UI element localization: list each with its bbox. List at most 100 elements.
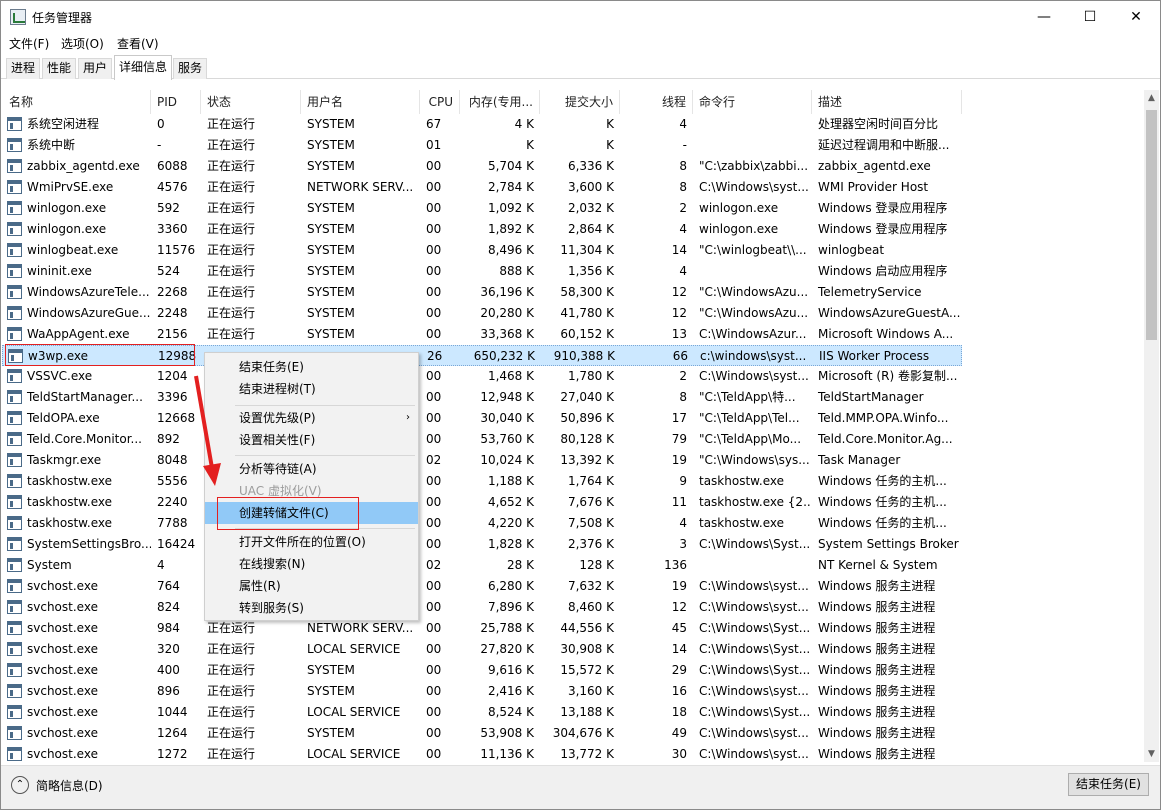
table-row[interactable]: svchost.exe 984 正在运行 NETWORK SERV... 00 25,78… (2, 618, 962, 639)
cell-name: svchost.exe (27, 705, 98, 719)
cell-pid: 824 (157, 600, 180, 614)
header-col-pid[interactable]: PID (151, 90, 201, 114)
table-row[interactable]: svchost.exe 1272 正在运行 LOCAL SERVICE 00 11,136… (2, 744, 962, 762)
cell-cmdline: "C:\TeldApp\Mo... (699, 432, 802, 446)
table-row[interactable]: WindowsAzureTele... 2268 正在运行 SYSTEM 00 36,19… (2, 282, 962, 303)
table-row[interactable]: svchost.exe 824 00 7,896 K 8,460 K 12 C:\Windo… (2, 597, 962, 618)
table-row[interactable]: System 4 02 28 K 128 K 136 NT Kernel & System (2, 555, 962, 576)
cell-username: NETWORK SERV... (307, 180, 414, 194)
tab-users[interactable]: 用户 (78, 58, 113, 79)
header-col-name[interactable]: 名称 (3, 90, 151, 114)
table-row[interactable]: svchost.exe 1044 正在运行 LOCAL SERVICE 00 8,524 … (2, 702, 962, 723)
context-menu-item[interactable]: 结束任务(E) (205, 356, 418, 378)
menu-file[interactable]: 文件(F) (9, 35, 49, 52)
context-menu-item[interactable]: 在线搜索(N) (205, 553, 418, 575)
header-col-memory[interactable]: 内存(专用... (460, 90, 540, 114)
context-menu-item[interactable]: 转到服务(S) (205, 597, 418, 619)
cell-description: Teld.MMP.OPA.Winfo... (818, 411, 949, 425)
table-row[interactable]: taskhostw.exe 5556 00 1,188 K 1,764 K 9 taskho… (2, 471, 962, 492)
cell-threads: 19 (671, 579, 687, 593)
context-menu-item[interactable]: 打开文件所在的位置(O) (205, 531, 418, 553)
cell-memory: 2,416 K (487, 684, 534, 698)
table-row[interactable]: SystemSettingsBro... 16424 00 1,828 K 2,376 … (2, 534, 962, 555)
tab-performance[interactable]: 性能 (42, 58, 77, 79)
context-menu-item[interactable]: 属性(R) (205, 575, 418, 597)
context-menu-item[interactable]: 设置相关性(F) (205, 429, 418, 451)
table-row[interactable]: svchost.exe 320 正在运行 LOCAL SERVICE 00 27,820 … (2, 639, 962, 660)
process-icon (7, 663, 22, 677)
cell-pid: 896 (157, 684, 180, 698)
cell-cmdline: "C:\WindowsAzu... (699, 285, 809, 299)
cell-threads: 14 (671, 243, 687, 257)
table-row[interactable]: svchost.exe 764 00 6,280 K 7,632 K 19 C:\Windo… (2, 576, 962, 597)
table-row[interactable]: svchost.exe 400 正在运行 SYSTEM 00 9,616 K 15,572 … (2, 660, 962, 681)
maximize-button[interactable]: ☐ (1067, 1, 1113, 33)
collapse-up-icon[interactable]: ⌃ (11, 776, 29, 794)
table-row[interactable]: zabbix_agentd.exe 6088 正在运行 SYSTEM 00 5,704 K… (2, 156, 962, 177)
cell-cpu: 67 (426, 117, 442, 131)
tab-processes[interactable]: 进程 (6, 58, 41, 79)
minimize-button[interactable]: — (1021, 1, 1067, 33)
table-row[interactable]: WindowsAzureGue... 2248 正在运行 SYSTEM 00 20,280… (2, 303, 962, 324)
cell-memory: 8,524 K (487, 705, 534, 719)
header-col-status[interactable]: 状态 (201, 90, 301, 114)
cell-pid: 2268 (157, 285, 188, 299)
context-menu-item[interactable]: 结束进程树(T) (205, 378, 418, 400)
cell-status: 正在运行 (207, 684, 256, 698)
close-button[interactable]: ✕ (1113, 1, 1159, 33)
end-task-button[interactable]: 结束任务(E) (1068, 773, 1149, 796)
table-row[interactable]: winlogon.exe 592 正在运行 SYSTEM 00 1,092 K 2,032 … (2, 198, 962, 219)
context-menu-item[interactable]: 分析等待链(A) (205, 458, 418, 480)
cell-name: svchost.exe (27, 621, 98, 635)
scroll-up-icon[interactable]: ▲ (1144, 90, 1159, 106)
vertical-scrollbar[interactable]: ▲ ▼ (1144, 90, 1159, 762)
cell-threads: 4 (679, 516, 687, 530)
cell-cpu: 00 (426, 264, 442, 278)
process-icon (7, 264, 22, 278)
table-row[interactable]: wininit.exe 524 正在运行 SYSTEM 00 888 K 1,356 K 4 W… (2, 261, 962, 282)
table-row[interactable]: VSSVC.exe 1204 00 1,468 K 1,780 K 2 C:\Windows… (2, 366, 962, 387)
table-row[interactable]: Teld.Core.Monitor... 892 00 53,760 K 80,128 … (2, 429, 962, 450)
cell-threads: 3 (679, 537, 687, 551)
cell-cpu: 00 (426, 327, 442, 341)
table-row[interactable]: WmiPrvSE.exe 4576 正在运行 NETWORK SERV... 00 2,7… (2, 177, 962, 198)
table-row[interactable]: 系统中断 - 正在运行 SYSTEM 01 K K - 延迟过程调用和中断服... (2, 135, 962, 156)
header-col-threads[interactable]: 线程 (620, 90, 693, 114)
tab-services[interactable]: 服务 (173, 58, 208, 79)
header-col-cpu[interactable]: CPU (420, 90, 460, 114)
cell-threads: 16 (671, 684, 687, 698)
menu-view[interactable]: 查看(V) (117, 35, 159, 52)
header-col-cmdline[interactable]: 命令行 (693, 90, 812, 114)
header-col-description[interactable]: 描述 (812, 90, 962, 114)
scroll-down-icon[interactable]: ▼ (1144, 746, 1159, 762)
menu-options[interactable]: 选项(O) (61, 35, 104, 52)
table-row[interactable]: winlogbeat.exe 11576 正在运行 SYSTEM 00 8,496 K 11… (2, 240, 962, 261)
brief-info-link[interactable]: 简略信息(D) (36, 777, 103, 794)
table-row[interactable]: TeldStartManager... 3396 00 12,948 K 27,040 … (2, 387, 962, 408)
context-menu-item[interactable]: 设置优先级(P) › (205, 407, 418, 429)
cell-description: Windows 启动应用程序 (818, 264, 948, 278)
cell-name: winlogbeat.exe (27, 243, 119, 257)
table-row[interactable]: taskhostw.exe 2240 00 4,652 K 7,676 K 11 taskh… (2, 492, 962, 513)
header-col-commit[interactable]: 提交大小 (540, 90, 620, 114)
cell-threads: 4 (679, 117, 687, 131)
scroll-thumb[interactable] (1146, 110, 1157, 340)
cell-cpu: 00 (426, 621, 442, 635)
table-row[interactable]: TeldOPA.exe 12668 00 30,040 K 50,896 K 17 "C:\… (2, 408, 962, 429)
header-col-username[interactable]: 用户名 (301, 90, 420, 114)
tab-details[interactable]: 详细信息 (114, 55, 173, 80)
table-row[interactable]: svchost.exe 896 正在运行 SYSTEM 00 2,416 K 3,160 K… (2, 681, 962, 702)
cell-memory: 1,828 K (487, 537, 534, 551)
table-row[interactable]: WaAppAgent.exe 2156 正在运行 SYSTEM 00 33,368 K 60… (2, 324, 962, 345)
table-row[interactable]: taskhostw.exe 7788 00 4,220 K 7,508 K 4 taskho… (2, 513, 962, 534)
cell-threads: 30 (671, 747, 687, 761)
cell-commit: 58,300 K (560, 285, 614, 299)
title-bar: 任务管理器 — ☐ ✕ (1, 1, 1160, 33)
table-row[interactable]: Taskmgr.exe 8048 02 10,024 K 13,392 K 19 "C:\W… (2, 450, 962, 471)
table-row[interactable]: svchost.exe 1264 正在运行 SYSTEM 00 53,908 K 304,6… (2, 723, 962, 744)
cell-commit: 13,772 K (560, 747, 614, 761)
table-row[interactable]: 系统空闲进程 0 正在运行 SYSTEM 67 4 K K 4 处理器空闲时间百分比 (2, 114, 962, 135)
cell-commit: 1,356 K (567, 264, 614, 278)
cell-commit: 27,040 K (560, 390, 614, 404)
table-row[interactable]: winlogon.exe 3360 正在运行 SYSTEM 00 1,892 K 2,864… (2, 219, 962, 240)
